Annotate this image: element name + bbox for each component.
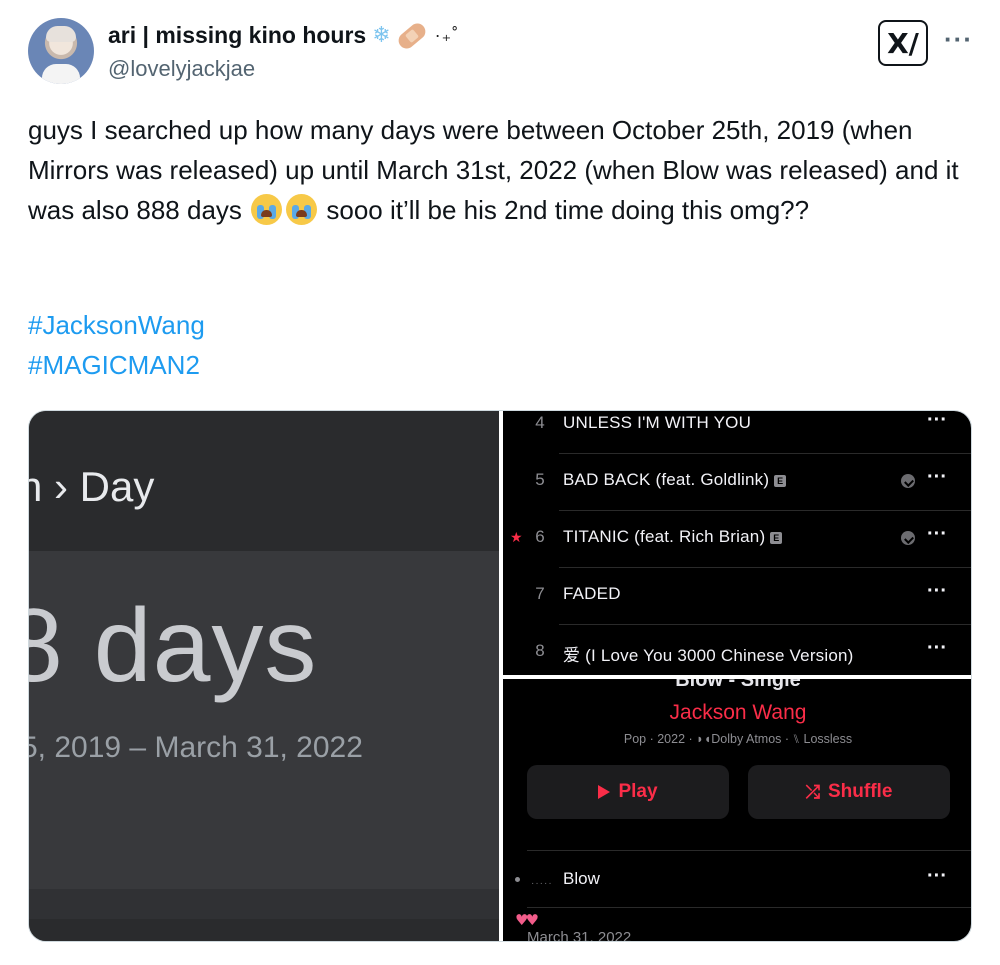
media-album-screenshot[interactable]: Blow - Single Jackson Wang Pop · 2022 · … bbox=[503, 679, 971, 942]
more-icon: ··· bbox=[927, 865, 947, 887]
row-separator bbox=[527, 907, 971, 908]
tweet-text-part-2: sooo it’ll be his 2nd time doing this om… bbox=[319, 195, 810, 225]
play-label: Play bbox=[618, 781, 658, 802]
avatar[interactable] bbox=[28, 18, 94, 84]
loudly-crying-face-icon bbox=[251, 194, 283, 225]
track-row: 4 UNLESS I'M WITH YOU ··· bbox=[503, 411, 971, 454]
more-icon: ··· bbox=[927, 411, 947, 431]
calc-result-days: 8 days bbox=[28, 588, 318, 704]
track-number: 4 bbox=[535, 413, 545, 432]
sparkle-icon: ·₊˚ bbox=[434, 25, 460, 45]
snowflake-icon: ❄ bbox=[372, 22, 391, 48]
loudly-crying-face-icon bbox=[286, 194, 318, 225]
calc-footer-band bbox=[29, 919, 499, 941]
track-row: 7 FADED ··· bbox=[503, 568, 971, 625]
hearts-icon: ♥♥ bbox=[515, 911, 539, 929]
media-tracklist-screenshot[interactable]: 4 UNLESS I'M WITH YOU ··· 5 BAD BACK (fe… bbox=[503, 411, 971, 675]
more-icon: ··· bbox=[927, 637, 947, 659]
more-icon: ··· bbox=[927, 523, 947, 545]
calc-bottom-band bbox=[29, 889, 499, 919]
media-calculator-screenshot[interactable]: n › Day 8 days 5, 2019 – March 31, 2022 bbox=[28, 411, 499, 941]
explicit-icon: E bbox=[774, 475, 787, 487]
track-number: 6 bbox=[535, 527, 545, 546]
track-title: 爱 (I Love You 3000 Chinese Version) bbox=[563, 646, 854, 665]
track-number: 8 bbox=[535, 641, 545, 660]
track-title: UNLESS I'M WITH YOU bbox=[563, 413, 752, 432]
hashtag-magicman2[interactable]: #MAGICMAN2 bbox=[28, 350, 200, 381]
play-icon bbox=[598, 785, 611, 799]
track-number: 7 bbox=[535, 584, 545, 603]
album-title: Blow - Single bbox=[675, 679, 801, 691]
author-handle[interactable]: @lovelyjackjae bbox=[108, 56, 255, 82]
track-row: 5 BAD BACK (feat. Goldlink) E ··· bbox=[503, 454, 971, 511]
calc-date-range: 5, 2019 – March 31, 2022 bbox=[28, 731, 363, 764]
track-row: ★ 6 TITANIC (feat. Rich Brian) E ··· bbox=[503, 511, 971, 568]
avatar-shirt bbox=[42, 64, 80, 84]
shuffle-label: Shuffle bbox=[828, 781, 893, 802]
grok-icon[interactable]: X/ bbox=[878, 20, 928, 66]
play-button: Play bbox=[527, 765, 729, 819]
album-meta: Pop · 2022 · ◗◖Dolby Atmos · ⑊ Lossless bbox=[623, 732, 853, 746]
bandage-icon bbox=[395, 19, 429, 52]
author-name-row[interactable]: ari | missing kino hours ❄ ·₊˚ bbox=[108, 19, 460, 52]
track-number: 5 bbox=[535, 470, 545, 489]
album-artist: Jackson Wang bbox=[669, 701, 807, 724]
song-row: ····· Blow ··· bbox=[503, 851, 971, 907]
track-title-text: BAD BACK (feat. Goldlink) bbox=[563, 470, 770, 489]
track-title: FADED bbox=[563, 584, 621, 603]
track-row: 8 爱 (I Love You 3000 Chinese Version) ··… bbox=[503, 625, 971, 675]
calc-breadcrumb: n › Day bbox=[28, 463, 155, 510]
hashtag-jacksonwang[interactable]: #JacksonWang bbox=[28, 310, 205, 341]
track-title: BAD BACK (feat. Goldlink) E bbox=[563, 470, 787, 490]
more-options-icon[interactable]: ··· bbox=[944, 24, 973, 55]
release-date: March 31, 2022 bbox=[527, 929, 632, 942]
playing-indicator-icon bbox=[515, 877, 520, 882]
tweet-text: guys I searched up how many days were be… bbox=[28, 110, 978, 230]
downloaded-icon bbox=[901, 531, 915, 545]
downloaded-icon bbox=[901, 474, 915, 488]
avatar-hair bbox=[46, 26, 76, 42]
waveform-icon: ····· bbox=[531, 878, 553, 889]
star-icon: ★ bbox=[510, 529, 523, 545]
display-name[interactable]: ari | missing kino hours bbox=[108, 22, 366, 49]
track-title: TITANIC (feat. Rich Brian) E bbox=[563, 527, 783, 547]
explicit-icon: E bbox=[770, 532, 783, 544]
track-title-text: TITANIC (feat. Rich Brian) bbox=[563, 527, 766, 546]
shuffle-button: ⤮ Shuffle bbox=[748, 765, 950, 819]
shuffle-icon: ⤮ bbox=[805, 781, 820, 803]
media-grid[interactable]: n › Day 8 days 5, 2019 – March 31, 2022 … bbox=[28, 410, 972, 942]
song-title: Blow bbox=[563, 869, 600, 888]
more-icon: ··· bbox=[927, 580, 947, 602]
more-icon: ··· bbox=[927, 466, 947, 488]
